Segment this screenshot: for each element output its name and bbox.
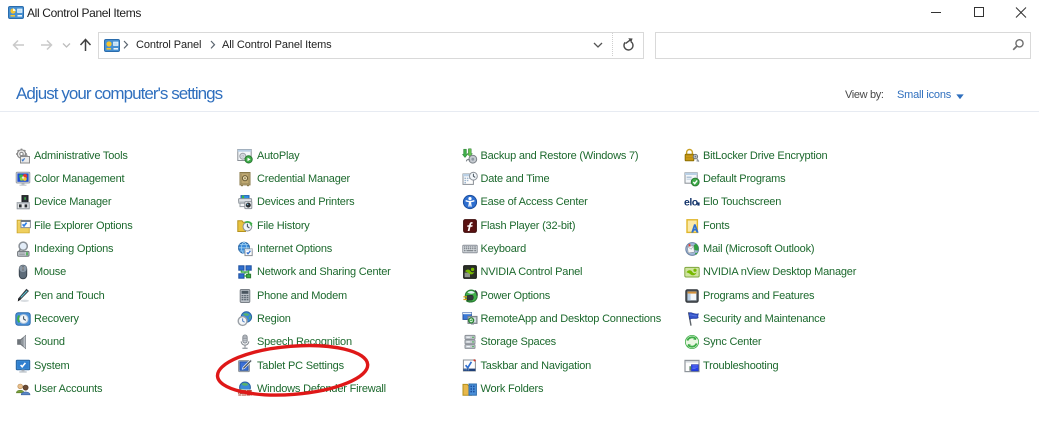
svg-text:elo: elo bbox=[684, 197, 698, 209]
